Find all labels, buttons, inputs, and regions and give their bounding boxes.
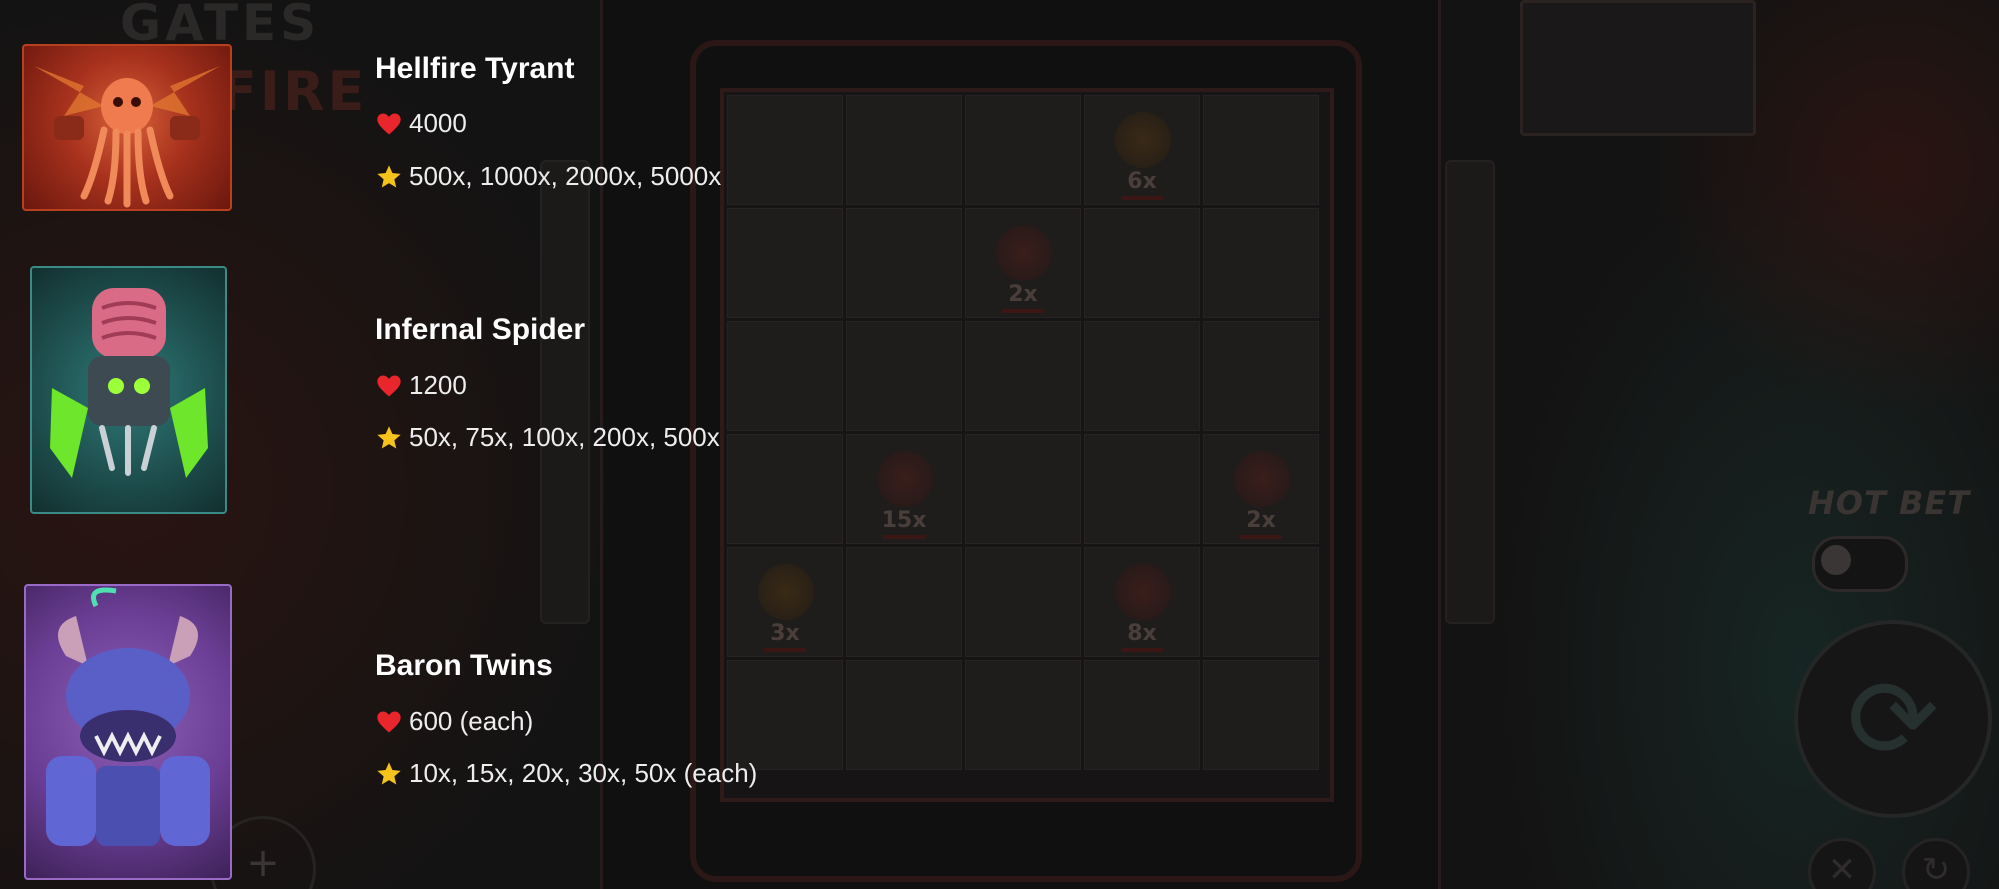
board-cell <box>727 321 843 431</box>
spin-icon: ⟳ <box>1846 655 1940 783</box>
spider-art <box>50 288 208 478</box>
monster-silhouette <box>877 451 933 507</box>
board-cell <box>965 434 1081 544</box>
board-cell: 2x <box>1203 434 1319 544</box>
monster-silhouette <box>1115 112 1171 168</box>
board-cell: 15x <box>846 434 962 544</box>
board-cell <box>965 547 1081 657</box>
hellfire-tyrant-portrait <box>22 44 232 211</box>
autoplay-icon: ↻ <box>1921 850 1951 889</box>
board-cell <box>1203 547 1319 657</box>
plus-icon: + <box>246 840 280 886</box>
baron-art <box>46 587 210 846</box>
board-cell <box>1084 321 1200 431</box>
health-bar <box>1121 196 1163 200</box>
cell-multiplier: 2x <box>1008 282 1038 307</box>
monster-name: Baron Twins <box>375 649 553 682</box>
multipliers-value: 10x, 15x, 20x, 30x, 50x (each) <box>409 758 758 788</box>
board-cell <box>846 95 962 205</box>
game-background: GATES FIRE 6x 2x 15x 2x 3x 8x HOT BET ⟳ ✕ ↻ + <box>0 0 1999 889</box>
board-cell <box>1203 208 1319 318</box>
monster-silhouette <box>1115 564 1171 620</box>
board-cell <box>727 660 843 770</box>
lightning-icon: ✕ <box>1827 850 1857 889</box>
toggle-knob <box>1821 545 1851 575</box>
monster-multipliers: 50x, 75x, 100x, 200x, 500x <box>375 422 720 453</box>
board-cell <box>727 208 843 318</box>
monster-silhouette <box>758 564 814 620</box>
heart-icon <box>377 375 401 396</box>
cell-multiplier: 15x <box>881 508 927 533</box>
board-cell <box>846 547 962 657</box>
star-icon <box>377 761 401 784</box>
board-cell <box>727 95 843 205</box>
heart-icon <box>377 113 401 134</box>
board-cell <box>846 660 962 770</box>
board-cell <box>965 321 1081 431</box>
board-cell <box>1084 660 1200 770</box>
board-cell <box>1084 208 1200 318</box>
game-logo-fire: FIRE <box>220 60 368 123</box>
monster-health: 4000 <box>375 108 467 139</box>
tyrant-art <box>34 66 220 208</box>
board-cell <box>1084 434 1200 544</box>
top-right-panel <box>1520 0 1756 136</box>
board-cell: 6x <box>1084 95 1200 205</box>
monster-silhouette <box>996 225 1052 281</box>
health-bar <box>1002 309 1044 313</box>
cell-multiplier: 8x <box>1127 621 1157 646</box>
monster-health: 1200 <box>375 370 467 401</box>
hot-bet-label: HOT BET <box>1808 484 1971 522</box>
cell-multiplier: 6x <box>1127 169 1157 194</box>
star-icon <box>377 425 401 448</box>
infernal-spider-portrait <box>30 266 227 514</box>
cell-multiplier: 3x <box>770 621 800 646</box>
board-cell: 3x <box>727 547 843 657</box>
health-value: 600 (each) <box>409 706 534 736</box>
board-cell <box>846 321 962 431</box>
baron-twins-portrait <box>24 584 232 880</box>
board-cell <box>846 208 962 318</box>
board-cell <box>1203 660 1319 770</box>
health-bar <box>764 648 806 652</box>
board-cell <box>1203 321 1319 431</box>
health-value: 1200 <box>409 370 467 400</box>
right-pillar <box>1445 160 1495 624</box>
multipliers-value: 500x, 1000x, 2000x, 5000x <box>409 161 722 191</box>
board-cell <box>1203 95 1319 205</box>
hot-bet-toggle[interactable] <box>1812 536 1908 592</box>
monster-name: Hellfire Tyrant <box>375 52 575 85</box>
board-cell: 2x <box>965 208 1081 318</box>
board-cell <box>965 95 1081 205</box>
health-value: 4000 <box>409 108 467 138</box>
monster-name: Infernal Spider <box>375 313 586 346</box>
cell-multiplier: 2x <box>1246 508 1276 533</box>
health-bar <box>1121 648 1163 652</box>
game-board: 6x 2x 15x 2x 3x 8x <box>720 88 1334 802</box>
spin-button[interactable]: ⟳ <box>1794 620 1992 818</box>
health-bar <box>883 535 925 539</box>
heart-icon <box>377 711 401 732</box>
health-bar <box>1240 535 1282 539</box>
board-cell <box>727 434 843 544</box>
monster-silhouette <box>1234 451 1290 507</box>
board-cell: 8x <box>1084 547 1200 657</box>
left-pillar <box>540 160 590 624</box>
board-cell <box>965 660 1081 770</box>
multipliers-value: 50x, 75x, 100x, 200x, 500x <box>409 422 720 452</box>
star-icon <box>377 164 401 187</box>
monster-multipliers: 500x, 1000x, 2000x, 5000x <box>375 161 721 192</box>
monster-health: 600 (each) <box>375 706 533 737</box>
monster-multipliers: 10x, 15x, 20x, 30x, 50x (each) <box>375 758 757 789</box>
